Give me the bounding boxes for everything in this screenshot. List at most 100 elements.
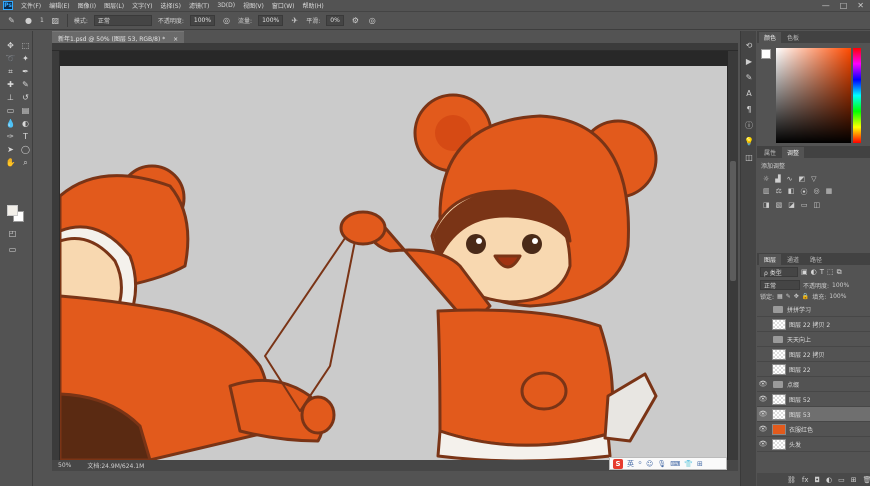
- new-adjustment-icon[interactable]: ◐: [826, 476, 832, 484]
- hand-tool-icon[interactable]: ✋: [4, 157, 17, 168]
- menu-layer[interactable]: 图层(L): [100, 1, 128, 10]
- brightness-icon[interactable]: ☼: [763, 175, 769, 183]
- tab-swatches[interactable]: 色板: [782, 32, 804, 43]
- close-window-button[interactable]: ✕: [857, 1, 864, 10]
- mode-select[interactable]: 正常: [93, 15, 152, 26]
- curves-icon[interactable]: ∿: [787, 175, 793, 183]
- character-panel-icon[interactable]: A: [741, 85, 757, 101]
- opacity-field[interactable]: 100%: [189, 15, 216, 26]
- scrollbar-thumb[interactable]: [730, 161, 736, 281]
- menu-3d[interactable]: 3D(D): [213, 2, 239, 9]
- lasso-tool-icon[interactable]: ➰: [4, 53, 17, 64]
- marquee-tool-icon[interactable]: ⬚: [19, 40, 32, 51]
- canvas-area[interactable]: [60, 51, 738, 460]
- gradient-tool-icon[interactable]: ▤: [19, 105, 32, 116]
- pressure-size-icon[interactable]: ◎: [367, 15, 378, 26]
- smoothing-field[interactable]: 0%: [326, 15, 344, 26]
- brush-preset-icon[interactable]: ●: [23, 15, 34, 26]
- layer-row-selected[interactable]: 👁 图层 53: [757, 407, 870, 422]
- healing-tool-icon[interactable]: ✚: [4, 79, 17, 90]
- filter-shape-icon[interactable]: ⬚: [827, 268, 834, 276]
- document-size[interactable]: 文档:24.9M/624.1M: [87, 461, 144, 470]
- document-tab[interactable]: 新年1.psd @ 50% (图层 53, RGB/8) * ×: [52, 31, 185, 43]
- tab-color[interactable]: 颜色: [759, 32, 782, 43]
- gradient-map-icon[interactable]: ▭: [801, 201, 808, 209]
- shape-tool-icon[interactable]: ◯: [19, 144, 32, 155]
- zoom-level[interactable]: 50%: [58, 462, 71, 469]
- brush-tool-icon[interactable]: ✎: [19, 79, 32, 90]
- eye-icon[interactable]: 👁: [757, 425, 769, 433]
- tab-paths[interactable]: 路径: [805, 254, 827, 265]
- eraser-tool-icon[interactable]: ▭: [4, 105, 17, 116]
- history-panel-icon[interactable]: ⟲: [741, 37, 757, 53]
- menu-view[interactable]: 视图(V): [239, 1, 268, 10]
- menu-type[interactable]: 文字(Y): [128, 1, 156, 10]
- smoothing-settings-gear-icon[interactable]: ⚙: [350, 15, 361, 26]
- color-picker-field[interactable]: [776, 48, 851, 143]
- add-mask-icon[interactable]: ◘: [815, 476, 821, 484]
- navigator-panel-icon[interactable]: ◫: [741, 149, 757, 165]
- magic-wand-tool-icon[interactable]: ✦: [19, 53, 32, 64]
- dodge-tool-icon[interactable]: ◐: [19, 118, 32, 129]
- filter-smart-icon[interactable]: ⧉: [837, 268, 842, 277]
- channel-mixer-icon[interactable]: ◎: [814, 187, 820, 197]
- type-tool-icon[interactable]: T: [19, 131, 32, 142]
- fill-value[interactable]: 100%: [829, 293, 846, 300]
- menu-help[interactable]: 帮助(H): [299, 1, 328, 10]
- layer-opacity-value[interactable]: 100%: [832, 282, 849, 289]
- hue-slider[interactable]: [853, 48, 861, 143]
- eye-icon[interactable]: 👁: [757, 380, 769, 388]
- filter-adjust-icon[interactable]: ◐: [811, 268, 817, 276]
- levels-icon[interactable]: ▟: [775, 175, 780, 183]
- eyedropper-tool-icon[interactable]: ✒: [19, 66, 32, 77]
- blur-tool-icon[interactable]: 💧: [4, 118, 17, 129]
- history-brush-tool-icon[interactable]: ↺: [19, 92, 32, 103]
- vibrance-icon[interactable]: ▽: [811, 175, 816, 183]
- canvas-vertical-scrollbar[interactable]: [728, 51, 738, 460]
- menu-filter[interactable]: 滤镜(T): [185, 1, 213, 10]
- lock-pixels-icon[interactable]: ✎: [786, 293, 791, 300]
- color-balance-icon[interactable]: ⚖: [776, 187, 782, 197]
- ime-keyboard-icon[interactable]: ⌨: [670, 460, 680, 468]
- lock-position-icon[interactable]: ✥: [794, 293, 799, 300]
- layer-row[interactable]: 天天向上: [757, 332, 870, 347]
- layer-row[interactable]: 👁 点缀: [757, 377, 870, 392]
- crop-tool-icon[interactable]: ⌗: [4, 66, 17, 77]
- lock-all-icon[interactable]: 🔒: [802, 293, 809, 300]
- adjustments-bulb-icon[interactable]: 💡: [741, 133, 757, 149]
- flow-field[interactable]: 100%: [258, 15, 284, 26]
- tab-properties[interactable]: 属性: [759, 147, 781, 158]
- eye-icon[interactable]: 👁: [757, 440, 769, 448]
- info-panel-icon[interactable]: ⓘ: [741, 117, 757, 133]
- black-white-icon[interactable]: ◧: [788, 187, 795, 197]
- ime-emoji-icon[interactable]: ☺: [646, 460, 653, 468]
- path-selection-tool-icon[interactable]: ➤: [4, 144, 17, 155]
- paragraph-panel-icon[interactable]: ¶: [741, 101, 757, 117]
- layer-row[interactable]: 👁 衣服红色: [757, 422, 870, 437]
- ime-mode-toggle[interactable]: 英: [627, 459, 634, 469]
- layer-row[interactable]: 👁 图层 52: [757, 392, 870, 407]
- lock-transparent-icon[interactable]: ▦: [777, 293, 783, 300]
- horizontal-ruler[interactable]: [52, 43, 738, 51]
- brush-panel-icon[interactable]: ▨: [50, 15, 61, 26]
- layer-row[interactable]: 图层 22 拷贝: [757, 347, 870, 362]
- threshold-icon[interactable]: ◪: [788, 201, 795, 209]
- filter-pixel-icon[interactable]: ▣: [801, 268, 808, 276]
- clone-stamp-tool-icon[interactable]: ⊥: [4, 92, 17, 103]
- exposure-icon[interactable]: ◩: [799, 175, 806, 183]
- ime-skin-icon[interactable]: 👕: [684, 460, 693, 468]
- menu-edit[interactable]: 编辑(E): [45, 1, 73, 10]
- actions-panel-icon[interactable]: ▶: [741, 53, 757, 69]
- eye-icon[interactable]: 👁: [757, 395, 769, 403]
- document-tab-close-button[interactable]: ×: [173, 36, 178, 43]
- tab-channels[interactable]: 通道: [782, 254, 804, 265]
- color-lookup-icon[interactable]: ▦: [826, 187, 833, 197]
- sogou-ime-logo-icon[interactable]: S: [613, 458, 623, 469]
- eye-icon[interactable]: 👁: [757, 410, 769, 418]
- layer-row[interactable]: 拼拼学习: [757, 302, 870, 317]
- tab-adjustments[interactable]: 调整: [782, 147, 805, 158]
- layer-row[interactable]: 图层 22: [757, 362, 870, 377]
- screen-mode-icon[interactable]: ▭: [6, 244, 19, 255]
- delete-layer-icon[interactable]: 🗑: [863, 476, 870, 484]
- ime-tools-icon[interactable]: ⊞: [697, 460, 703, 468]
